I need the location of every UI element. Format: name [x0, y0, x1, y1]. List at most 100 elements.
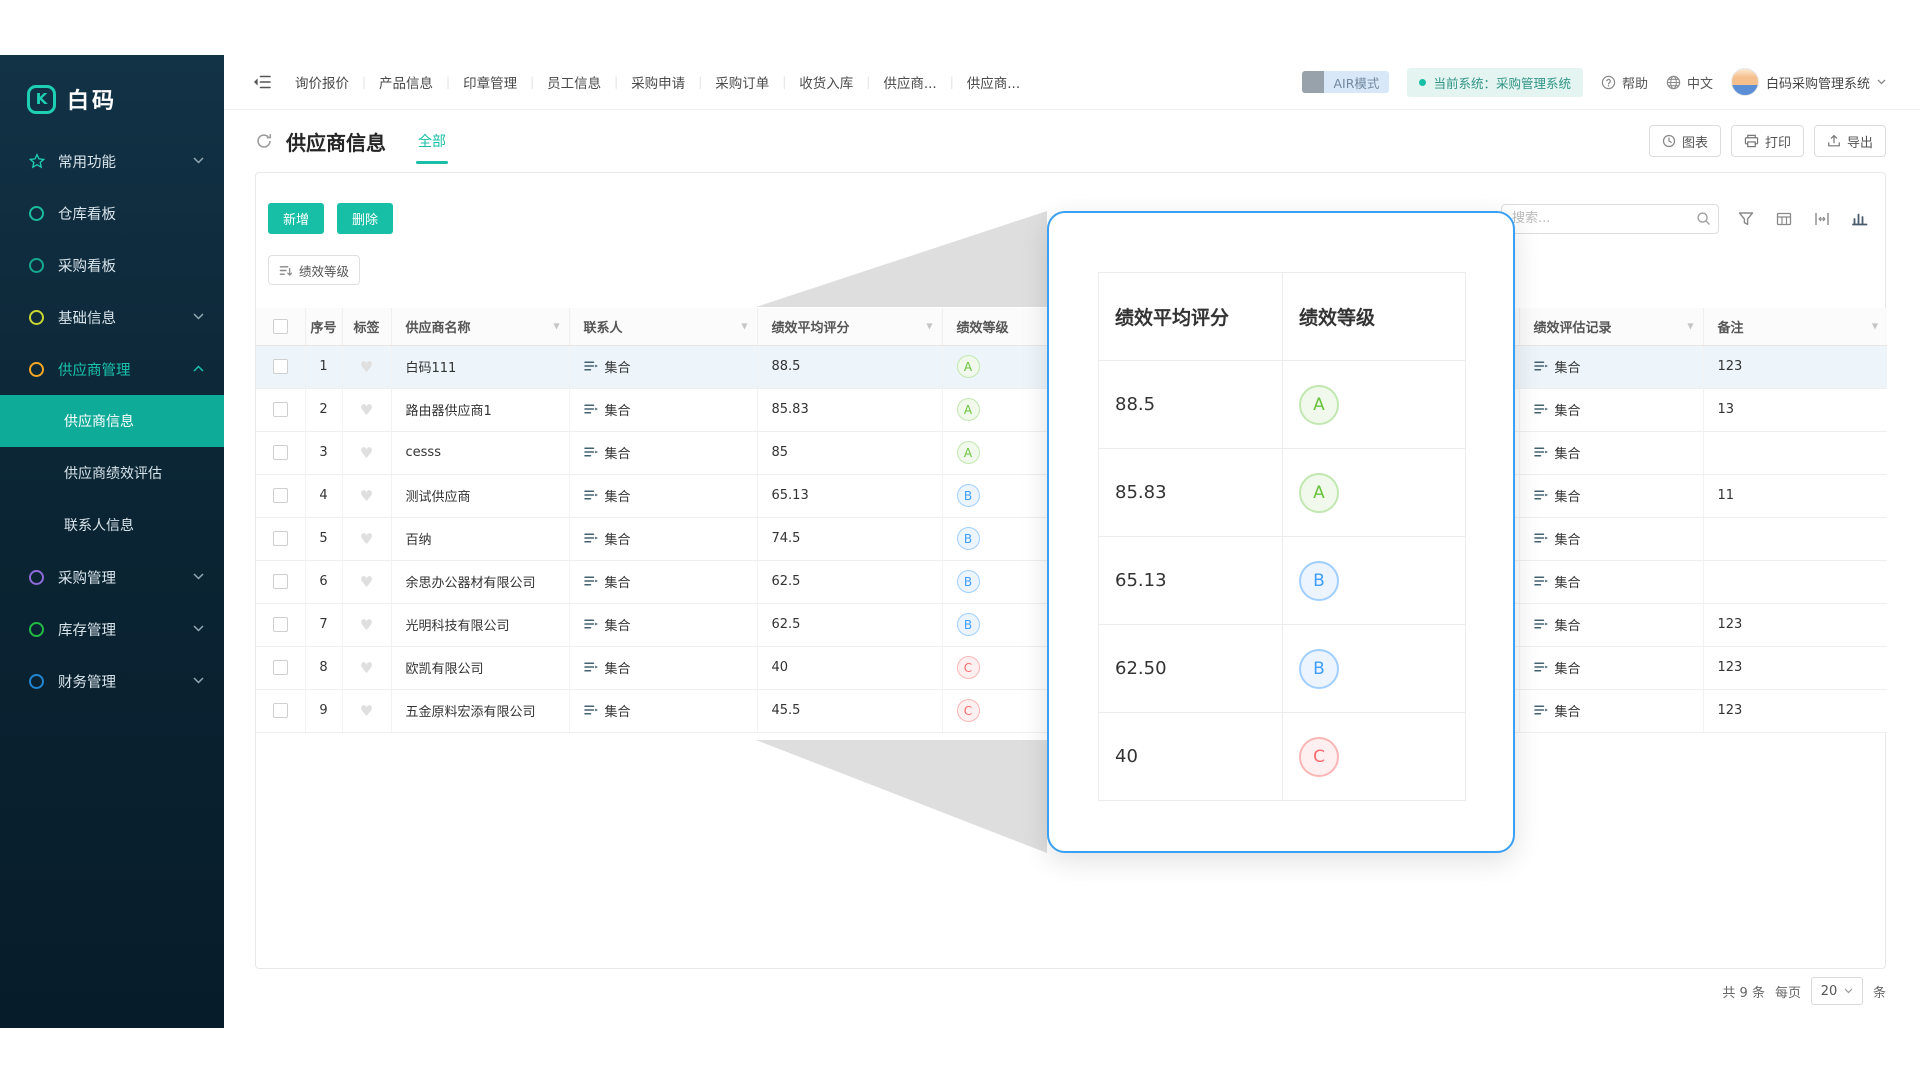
contact-collection-link[interactable]: 集合	[584, 400, 631, 419]
chart-button[interactable]: 图表	[1649, 125, 1721, 157]
col-header-index[interactable]: 序号	[305, 308, 342, 345]
brand-logo[interactable]: K 白码	[0, 55, 224, 129]
favorite-heart-icon[interactable]: ♥	[360, 401, 373, 419]
record-collection-link[interactable]: 集合	[1534, 572, 1581, 591]
column-settings-icon[interactable]	[1773, 208, 1795, 230]
row-checkbox[interactable]	[273, 574, 288, 589]
contact-collection-link[interactable]: 集合	[584, 443, 631, 462]
favorite-heart-icon[interactable]: ♥	[360, 358, 373, 376]
topnav-tab[interactable]: 产品信息	[379, 72, 433, 92]
col-header-grade[interactable]: 绩效等级	[942, 308, 1055, 345]
search-input[interactable]	[1501, 204, 1719, 234]
col-header-score[interactable]: 绩效平均评分▼	[757, 308, 942, 345]
tab-all[interactable]: 全部	[416, 110, 448, 172]
col-header-contact[interactable]: 联系人▼	[569, 308, 757, 345]
favorite-heart-icon[interactable]: ♥	[360, 573, 373, 591]
delete-button[interactable]: 删除	[337, 203, 393, 234]
favorite-heart-icon[interactable]: ♥	[360, 659, 373, 677]
filter-caret-icon[interactable]: ▼	[1872, 322, 1878, 331]
contact-collection-link[interactable]: 集合	[584, 615, 631, 634]
add-button[interactable]: 新增	[268, 203, 324, 234]
topnav-tab[interactable]: 供应商...	[883, 72, 936, 92]
contact-collection-link[interactable]: 集合	[584, 529, 631, 548]
record-collection-link[interactable]: 集合	[1534, 701, 1581, 720]
expand-columns-icon[interactable]	[1811, 208, 1833, 230]
row-checkbox[interactable]	[273, 402, 288, 417]
topnav-tab[interactable]: 采购申请	[631, 72, 685, 92]
row-checkbox[interactable]	[273, 703, 288, 718]
page-size-select[interactable]: 20	[1811, 977, 1863, 1005]
record-collection-link[interactable]: 集合	[1534, 658, 1581, 677]
filter-caret-icon[interactable]: ▼	[741, 322, 747, 331]
cell-note: 123	[1703, 646, 1887, 689]
record-collection-link[interactable]: 集合	[1534, 400, 1581, 419]
cell-supplier-name: cesss	[391, 431, 569, 474]
col-header-note[interactable]: 备注▼	[1703, 308, 1887, 345]
topnav-tab[interactable]: 员工信息	[547, 72, 601, 92]
filter-funnel-icon[interactable]	[1735, 208, 1757, 230]
sidebar-item-basic-info[interactable]: 基础信息	[0, 291, 224, 343]
print-button[interactable]: 打印	[1731, 125, 1804, 157]
contact-collection-link[interactable]: 集合	[584, 701, 631, 720]
row-checkbox[interactable]	[273, 617, 288, 632]
tab-separator: |	[950, 75, 954, 89]
help-link[interactable]: 帮助	[1601, 73, 1648, 92]
record-collection-link[interactable]: 集合	[1534, 529, 1581, 548]
sidebar-subitem-contact-info[interactable]: 联系人信息	[0, 499, 224, 551]
sidebar-item-common-functions[interactable]: 常用功能	[0, 135, 224, 187]
topnav-tab[interactable]: 印章管理	[463, 72, 517, 92]
favorite-heart-icon[interactable]: ♥	[360, 530, 373, 548]
record-collection-link[interactable]: 集合	[1534, 615, 1581, 634]
contact-collection-link[interactable]: 集合	[584, 357, 631, 376]
question-circle-icon	[1601, 75, 1616, 90]
topnav-tab[interactable]: 收货入库	[799, 72, 853, 92]
col-header-record[interactable]: 绩效评估记录▼	[1519, 308, 1703, 345]
grade-filter-chip[interactable]: 绩效等级	[268, 255, 360, 285]
row-checkbox[interactable]	[273, 445, 288, 460]
contact-collection-link[interactable]: 集合	[584, 658, 631, 677]
favorite-heart-icon[interactable]: ♥	[360, 616, 373, 634]
row-checkbox[interactable]	[273, 359, 288, 374]
row-checkbox[interactable]	[273, 660, 288, 675]
row-checkbox[interactable]	[273, 531, 288, 546]
select-all-checkbox[interactable]	[273, 319, 288, 334]
cell-index: 6	[305, 560, 342, 603]
search-icon[interactable]	[1696, 211, 1711, 230]
sidebar-item-purchase-management[interactable]: 采购管理	[0, 551, 224, 603]
topnav-tab[interactable]: 供应商...	[967, 72, 1020, 92]
sidebar-item-supplier-management[interactable]: 供应商管理	[0, 343, 224, 395]
cell-score: 85	[757, 431, 942, 474]
refresh-icon[interactable]	[255, 132, 273, 150]
chart-view-icon[interactable]	[1849, 208, 1871, 230]
contact-collection-link[interactable]: 集合	[584, 486, 631, 505]
filter-caret-icon[interactable]: ▼	[1687, 322, 1693, 331]
favorite-heart-icon[interactable]: ♥	[360, 444, 373, 462]
favorite-heart-icon[interactable]: ♥	[360, 487, 373, 505]
topnav-tab[interactable]: 采购订单	[715, 72, 769, 92]
sidebar-item-purchase-board[interactable]: 采购看板	[0, 239, 224, 291]
topnav-tab[interactable]: 询价报价	[295, 72, 349, 92]
col-header-tag[interactable]: 标签	[342, 308, 391, 345]
sidebar-item-finance-management[interactable]: 财务管理	[0, 655, 224, 707]
record-collection-link[interactable]: 集合	[1534, 486, 1581, 505]
export-button[interactable]: 导出	[1814, 125, 1886, 157]
account-menu[interactable]: 白码采购管理系统	[1731, 68, 1886, 96]
top-nav: 询价报价|产品信息|印章管理|员工信息|采购申请|采购订单|收货入库|供应商..…	[224, 55, 1920, 110]
record-collection-link[interactable]: 集合	[1534, 357, 1581, 376]
sidebar-subitem-supplier-performance-evaluation[interactable]: 供应商绩效评估	[0, 447, 224, 499]
filter-caret-icon[interactable]: ▼	[926, 322, 932, 331]
air-mode-toggle[interactable]: AIR模式	[1302, 71, 1390, 93]
col-header-supplier-name[interactable]: 供应商名称▼	[391, 308, 569, 345]
filter-caret-icon[interactable]: ▼	[553, 322, 559, 331]
contact-collection-link[interactable]: 集合	[584, 572, 631, 591]
menu-fold-icon[interactable]	[253, 75, 271, 89]
sidebar-item-inventory-management[interactable]: 库存管理	[0, 603, 224, 655]
record-collection-label: 集合	[1555, 486, 1581, 505]
language-switcher[interactable]: 中文	[1666, 73, 1713, 92]
ring-icon	[28, 570, 45, 585]
favorite-heart-icon[interactable]: ♥	[360, 702, 373, 720]
sidebar-subitem-supplier-info[interactable]: 供应商信息	[0, 395, 224, 447]
sidebar-item-warehouse-board[interactable]: 仓库看板	[0, 187, 224, 239]
record-collection-link[interactable]: 集合	[1534, 443, 1581, 462]
row-checkbox[interactable]	[273, 488, 288, 503]
